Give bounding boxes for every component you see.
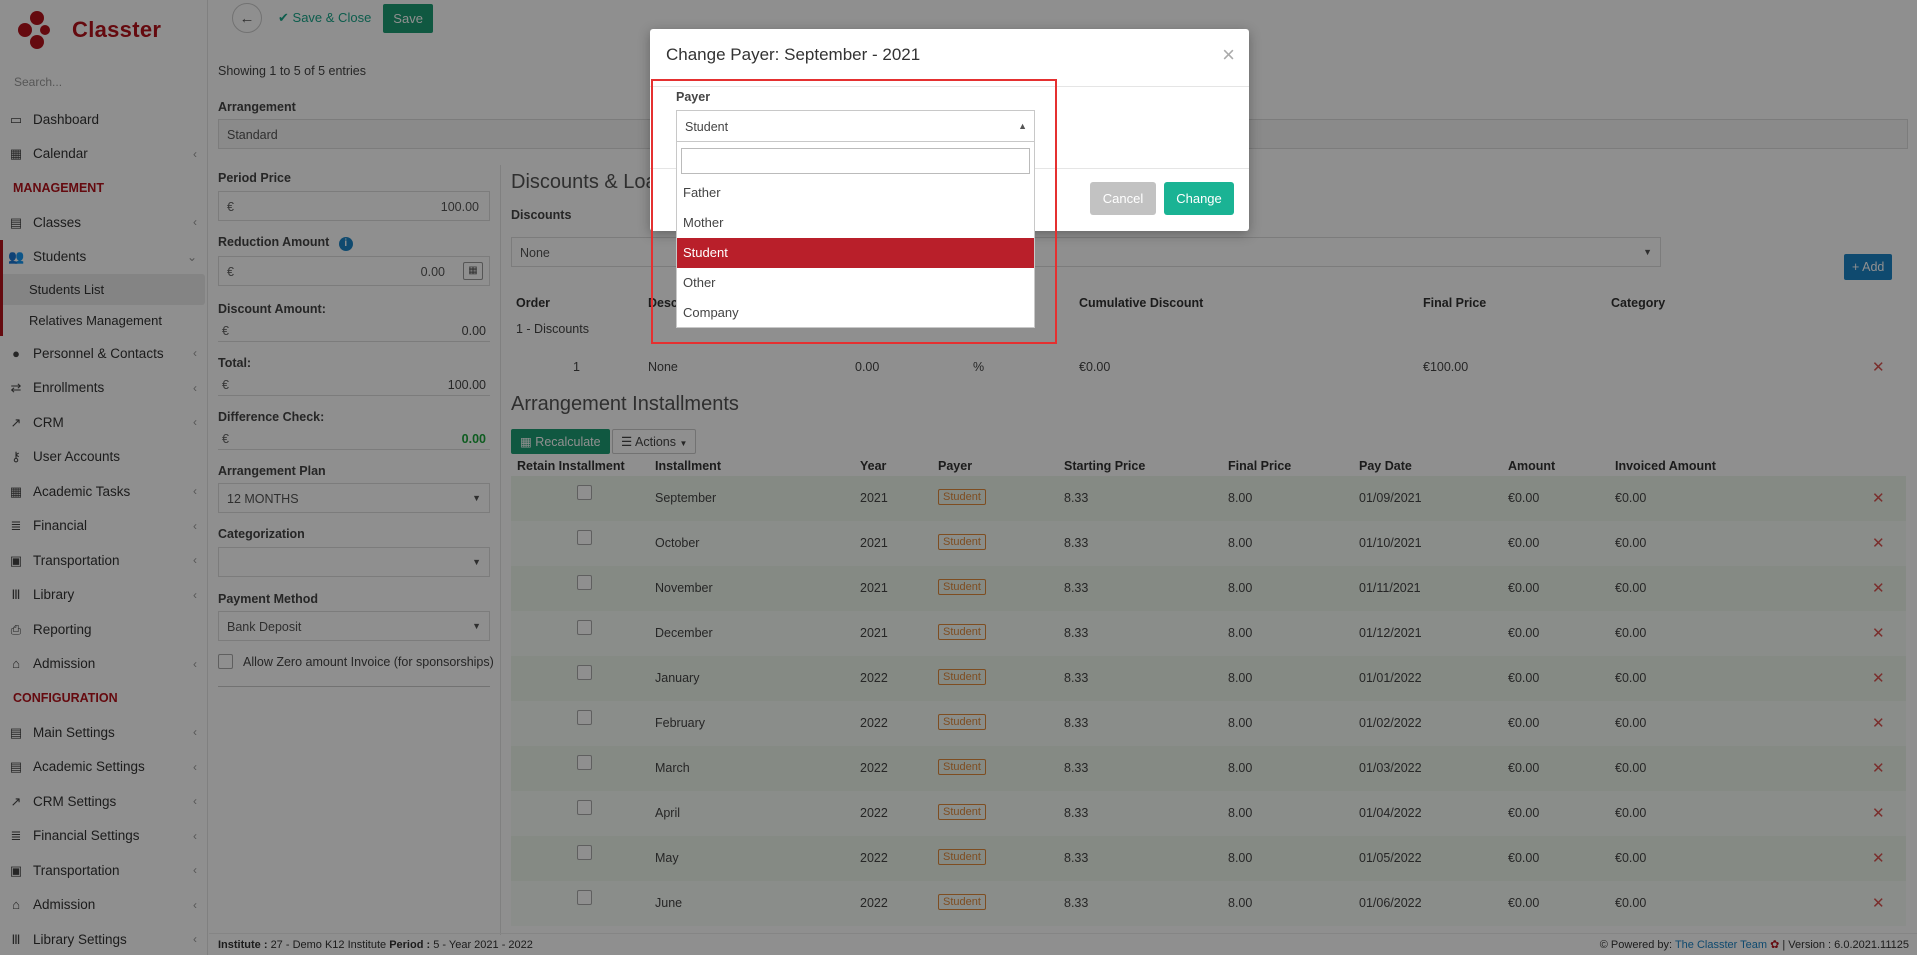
- dropdown-option[interactable]: Company: [677, 298, 1034, 328]
- close-icon[interactable]: ×: [1222, 44, 1235, 66]
- cancel-button[interactable]: Cancel: [1090, 182, 1156, 215]
- payer-dropdown: Father Mother Student Other Company: [676, 142, 1035, 328]
- caret-up-icon: ▲: [1018, 121, 1027, 131]
- dropdown-option[interactable]: Father: [677, 178, 1034, 208]
- payer-selected-value: Student: [685, 120, 729, 134]
- dropdown-option[interactable]: Mother: [677, 208, 1034, 238]
- modal-title: Change Payer: September - 2021: [666, 45, 921, 64]
- change-button[interactable]: Change: [1164, 182, 1234, 215]
- payer-select[interactable]: Student ▲: [676, 110, 1035, 142]
- dropdown-option[interactable]: Other: [677, 268, 1034, 298]
- dropdown-option[interactable]: Student: [677, 238, 1034, 268]
- payer-label: Payer: [676, 90, 711, 104]
- dropdown-search-input[interactable]: [681, 148, 1030, 174]
